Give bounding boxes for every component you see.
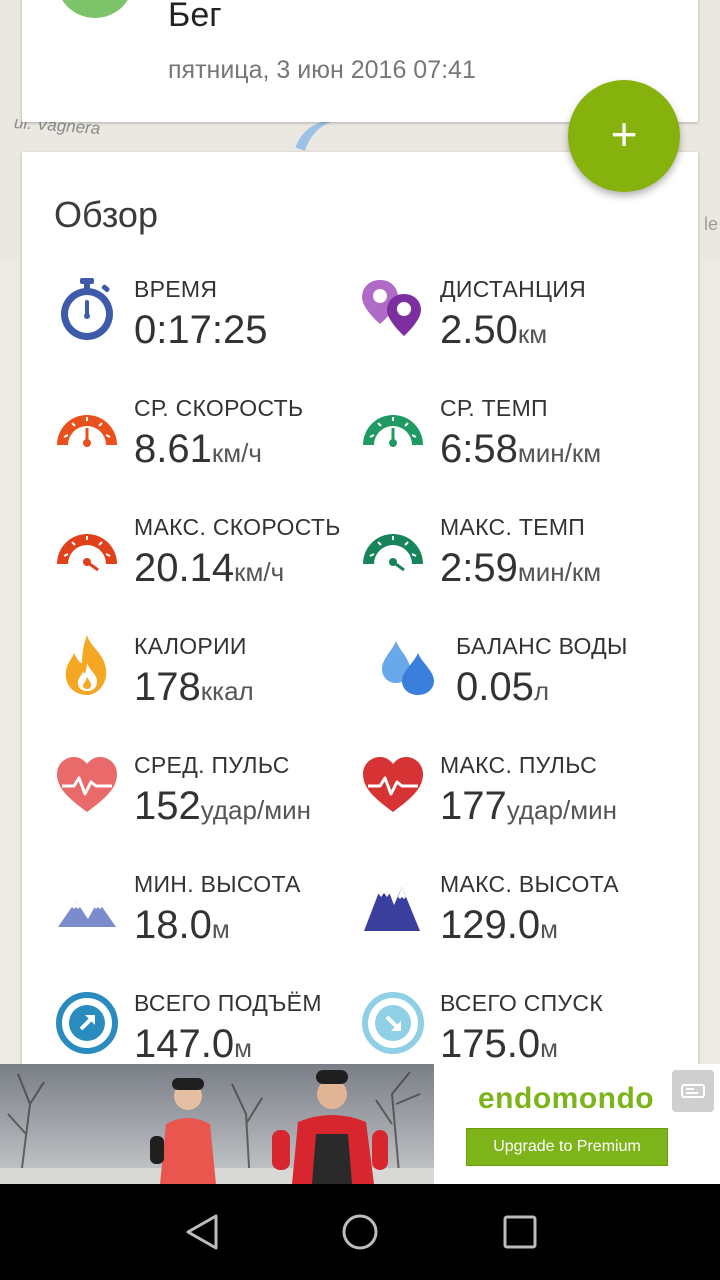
overview-title: Обзор (54, 194, 158, 235)
stat-label: МАКС. ТЕМП (440, 514, 586, 540)
max-pace-gauge-icon (363, 534, 423, 572)
stat-avg-speed: СР. СКОРОСТЬ 8.61км/ч (54, 395, 374, 505)
stat-unit: м (211, 914, 230, 944)
stat-label: КАЛОРИИ (134, 633, 247, 659)
stat-value: 20.14 (134, 546, 235, 590)
stat-avg-pace: СР. ТЕМП 6:58мин/км (360, 395, 680, 505)
stat-water-balance: БАЛАНС ВОДЫ 0.05л (376, 633, 696, 743)
stat-max-speed: МАКС. СКОРОСТЬ 20.14км/ч (54, 514, 374, 624)
stat-unit: л (533, 676, 550, 706)
stat-value: 0:17:25 (134, 308, 268, 352)
stat-label: СР. СКОРОСТЬ (134, 395, 304, 421)
stat-min-altitude: МИН. ВЫСОТА 18.0м (54, 871, 374, 981)
stat-label: БАЛАНС ВОДЫ (456, 633, 628, 659)
stat-label: МИН. ВЫСОТА (134, 871, 301, 897)
location-pins-icon (362, 280, 421, 336)
ascent-arrow-icon (56, 992, 118, 1054)
map-edge-label: le (703, 214, 718, 234)
pace-gauge-icon (363, 415, 423, 447)
plus-icon: + (610, 108, 638, 160)
stat-value: 129.0 (440, 903, 541, 947)
back-icon[interactable] (178, 1208, 226, 1256)
stat-unit: км/ч (234, 557, 285, 587)
stat-label: МАКС. ВЫСОТА (440, 871, 619, 897)
stat-value: 147.0 (134, 1022, 235, 1066)
stat-unit: км/ч (211, 438, 262, 468)
home-icon[interactable] (336, 1208, 384, 1256)
stat-label: СР. ТЕМП (440, 395, 548, 421)
stat-value: 152 (134, 784, 201, 828)
stopwatch-icon (61, 278, 113, 340)
mountains-low-icon (58, 901, 116, 927)
recents-icon[interactable] (496, 1208, 544, 1256)
stat-max-pace: МАКС. ТЕМП 2:59мин/км (360, 514, 680, 624)
stat-time: ВРЕМЯ 0:17:25 (54, 276, 374, 386)
ad-info-icon[interactable] (672, 1070, 714, 1112)
stat-label: МАКС. СКОРОСТЬ (134, 514, 341, 540)
stat-value: 177 (440, 784, 507, 828)
stat-value: 18.0 (134, 903, 212, 947)
stat-unit: м (540, 914, 558, 944)
ad-photo (0, 1064, 434, 1184)
max-speedometer-icon (57, 534, 117, 572)
system-navigation-bar (0, 1184, 720, 1280)
heart-pulse-max-icon (363, 757, 423, 812)
stat-label: ВСЕГО ПОДЪЁМ (134, 990, 322, 1016)
stat-max-altitude: МАКС. ВЫСОТА 129.0м (360, 871, 680, 981)
upgrade-button[interactable]: Upgrade to Premium (466, 1128, 668, 1166)
stat-value: 2.50 (440, 308, 518, 352)
stat-unit: удар/мин (200, 795, 311, 825)
ad-banner[interactable]: endomondo Upgrade to Premium (0, 1064, 720, 1184)
stat-value: 0.05 (456, 665, 534, 709)
water-drops-icon (382, 641, 434, 695)
stat-unit: мин/км (517, 557, 602, 587)
stat-calories: КАЛОРИИ 178ккал (54, 633, 374, 743)
flame-icon (65, 635, 107, 695)
overview-card: Обзор ВРЕМЯ 0:17:25 ДИСТАНЦИЯ 2.50км СР.… (22, 152, 698, 1092)
stat-unit: км (517, 319, 548, 349)
sport-title: Бег (168, 0, 222, 34)
stat-value: 6:58 (440, 427, 518, 471)
add-button[interactable]: + (568, 80, 680, 192)
stat-unit: м (540, 1033, 558, 1063)
stat-value: 178 (134, 665, 201, 709)
stat-label: ДИСТАНЦИЯ (440, 276, 587, 302)
speedometer-icon (57, 415, 117, 447)
stat-unit: м (234, 1033, 252, 1063)
stat-distance: ДИСТАНЦИЯ 2.50км (360, 276, 680, 386)
ad-brand-logo: endomondo (478, 1082, 655, 1115)
stat-unit: удар/мин (506, 795, 617, 825)
stat-value: 175.0 (440, 1022, 541, 1066)
stat-unit: мин/км (517, 438, 602, 468)
stat-unit: ккал (200, 676, 254, 706)
workout-date: пятница, 3 июн 2016 07:41 (168, 56, 476, 84)
sport-icon (56, 0, 134, 18)
stat-value: 8.61 (134, 427, 212, 471)
mountains-high-icon (364, 879, 420, 931)
stat-label: ВСЕГО СПУСК (440, 990, 604, 1016)
heart-pulse-icon (57, 757, 117, 812)
stat-value: 2:59 (440, 546, 518, 590)
stat-label: ВРЕМЯ (134, 276, 218, 302)
stat-label: МАКС. ПУЛЬС (440, 752, 598, 778)
stat-avg-heart-rate: СРЕД. ПУЛЬС 152удар/мин (54, 752, 374, 862)
descent-arrow-icon (362, 992, 424, 1054)
stat-max-heart-rate: МАКС. ПУЛЬС 177удар/мин (360, 752, 680, 862)
stat-label: СРЕД. ПУЛЬС (134, 752, 290, 778)
